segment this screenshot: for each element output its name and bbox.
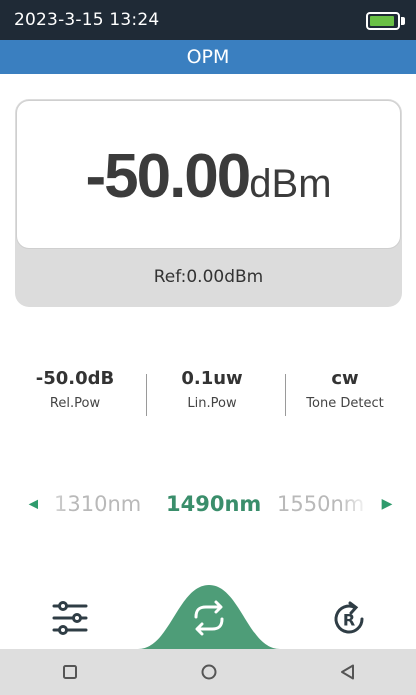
power-value: -50.00 — [85, 142, 251, 211]
stats-row: -50.0dB Rel.Pow 0.1uw Lin.Pow cw Tone De… — [0, 366, 416, 422]
stat-tone-detect: cw Tone Detect — [276, 366, 414, 411]
stat-label: Rel.Pow — [49, 396, 101, 411]
stats-divider — [146, 374, 147, 416]
power-unit: dBm — [249, 162, 332, 206]
status-time: 2023-3-15 13:24 — [14, 10, 160, 30]
wavelength-next-arrow-icon[interactable]: ▶ — [377, 488, 397, 520]
battery-icon — [366, 12, 400, 30]
battery-tip — [401, 17, 405, 25]
stat-value: -50.0dB — [35, 368, 115, 389]
home-circle-icon[interactable] — [179, 649, 239, 695]
power-reading-card: -50.00dBm Ref:0.00dBm — [15, 99, 402, 307]
stat-value: cw — [331, 368, 359, 389]
stat-label: Lin.Pow — [187, 396, 237, 411]
wavelength-option-selected[interactable]: 1490nm — [166, 488, 261, 520]
switch-button[interactable] — [138, 583, 280, 649]
stat-lin-pow: 0.1uw Lin.Pow — [143, 366, 281, 411]
back-triangle-icon[interactable] — [318, 649, 378, 695]
reference-reset-icon[interactable]: R — [328, 598, 370, 640]
sliders-icon[interactable] — [50, 600, 90, 636]
stat-value: 0.1uw — [181, 368, 243, 389]
stat-rel-pow: -50.0dB Rel.Pow — [6, 366, 144, 411]
stat-label: Tone Detect — [306, 396, 384, 411]
reference-value: Ref:0.00dBm — [153, 267, 264, 287]
power-reading-display: -50.00dBm — [16, 100, 401, 249]
power-reading: -50.00dBm — [85, 141, 331, 212]
system-nav-bar — [0, 649, 416, 695]
battery-level — [370, 16, 394, 26]
page-title: OPM — [0, 40, 416, 74]
recents-square-icon[interactable] — [40, 649, 100, 695]
status-bar: 2023-3-15 13:24 — [0, 0, 416, 40]
wavelength-fade-right — [340, 486, 370, 522]
stats-divider — [285, 374, 286, 416]
svg-text:R: R — [343, 611, 355, 630]
wavelength-fade-left — [38, 486, 68, 522]
